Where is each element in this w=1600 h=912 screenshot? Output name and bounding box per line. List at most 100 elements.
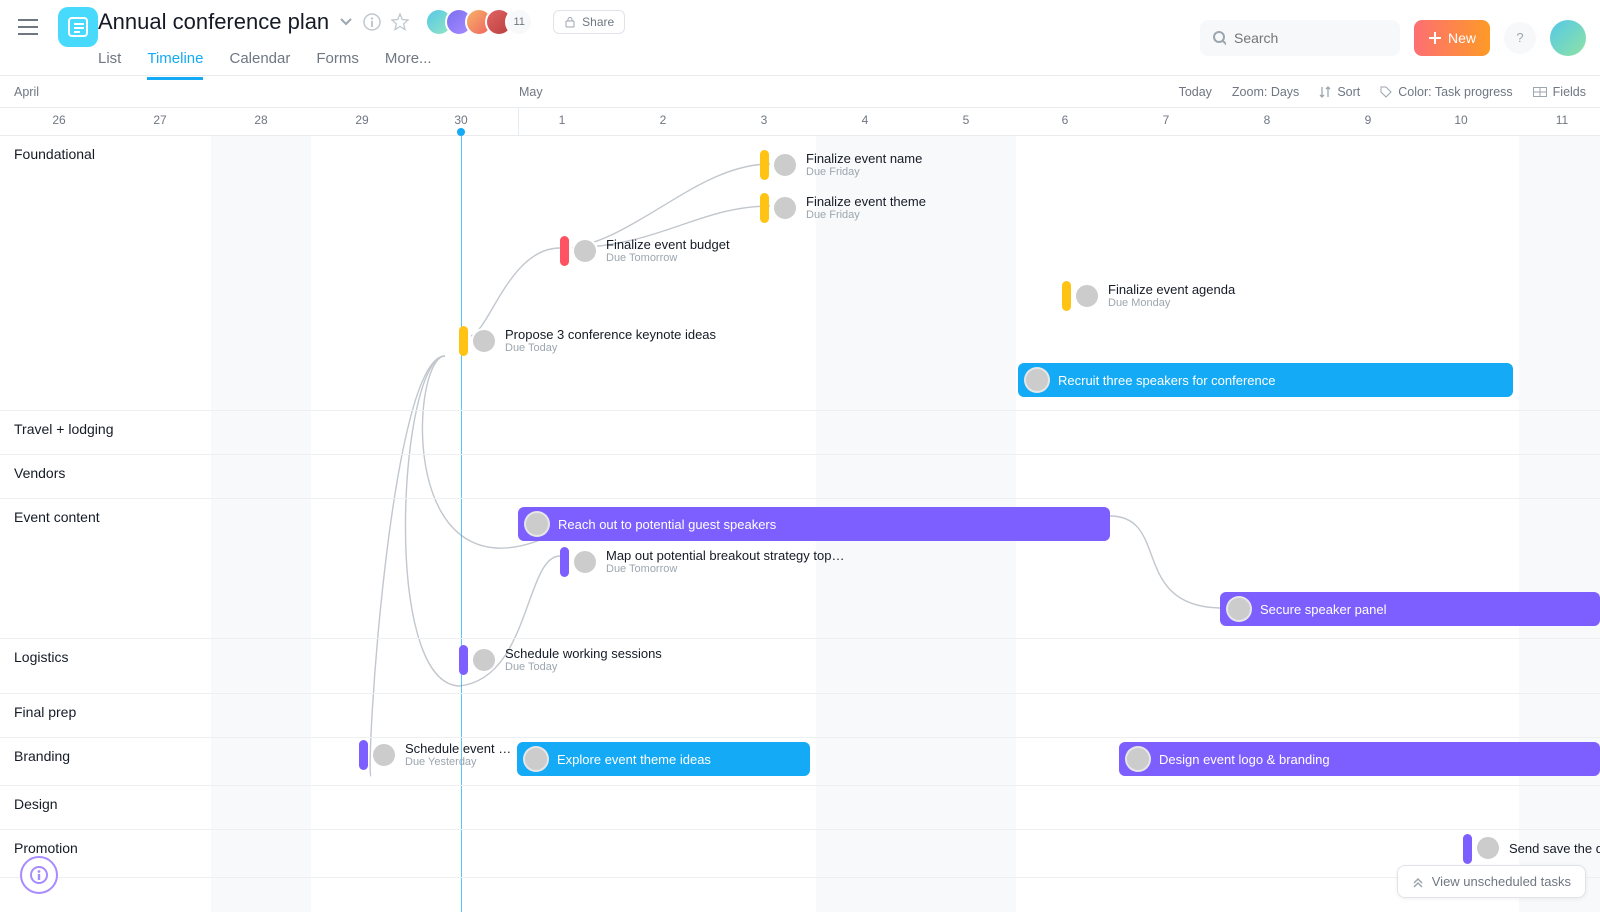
section-label[interactable]: Logistics (14, 649, 68, 665)
section: Travel + lodging (0, 411, 1600, 455)
section: Foundational Finalize event nameDue Frida… (0, 136, 1600, 411)
date-number: 28 (254, 113, 267, 127)
task-label[interactable]: Finalize event nameDue Friday (772, 151, 922, 178)
task-label[interactable]: Send save the d… (1475, 835, 1600, 861)
date-number: 11 (1556, 113, 1568, 127)
task-pill[interactable] (560, 547, 569, 577)
task-pill[interactable] (459, 645, 468, 675)
task-bar[interactable]: Explore event theme ideas (517, 742, 810, 776)
section: Final prep (0, 694, 1600, 738)
zoom-button[interactable]: Zoom: Days (1232, 85, 1299, 99)
info-icon[interactable] (363, 13, 381, 31)
tab-timeline[interactable]: Timeline (147, 44, 203, 80)
date-number: 9 (1365, 113, 1372, 127)
task-bar[interactable]: Reach out to potential guest speakers (518, 507, 1110, 541)
tab-list[interactable]: List (98, 44, 121, 80)
task-label[interactable]: Schedule working sessionsDue Today (471, 646, 662, 673)
tab-more[interactable]: More... (385, 44, 432, 80)
search-input[interactable] (1234, 30, 1388, 46)
section-label[interactable]: Promotion (14, 840, 78, 856)
task-name: Send save the d… (1509, 841, 1600, 856)
view-unscheduled-button[interactable]: View unscheduled tasks (1397, 865, 1586, 898)
topbar: Annual conference plan 11 Share ListTime… (0, 0, 1600, 76)
star-icon[interactable] (391, 13, 409, 31)
task-pill[interactable] (1463, 834, 1472, 864)
avatar-overflow-count[interactable]: 11 (505, 8, 533, 36)
date-number: 3 (761, 113, 768, 127)
fields-button[interactable]: Fields (1533, 85, 1586, 99)
task-bar[interactable]: Recruit three speakers for conference (1018, 363, 1513, 397)
task-label[interactable]: Finalize event budgetDue Tomorrow (572, 237, 730, 264)
plus-icon (1428, 31, 1442, 45)
task-label[interactable]: Finalize event themeDue Friday (772, 194, 926, 221)
share-label: Share (582, 15, 614, 29)
task-label[interactable]: Finalize event agendaDue Monday (1074, 282, 1235, 309)
section-label[interactable]: Branding (14, 748, 70, 764)
today-button[interactable]: Today (1179, 85, 1212, 99)
project-icon[interactable] (58, 7, 98, 47)
assignee-avatar (1125, 746, 1151, 772)
hamburger-icon[interactable] (12, 11, 44, 43)
section: Design (0, 786, 1600, 830)
task-name: Finalize event budget (606, 237, 730, 252)
assignee-avatar (471, 328, 497, 354)
fields-icon (1533, 87, 1547, 97)
section: Promotion Send save the d… (0, 830, 1600, 878)
chevron-down-icon[interactable] (339, 17, 353, 27)
member-avatars[interactable]: 11 (425, 8, 533, 36)
help-button[interactable]: ? (1504, 22, 1536, 54)
project-title[interactable]: Annual conference plan (98, 9, 329, 35)
assignee-avatar (572, 238, 598, 264)
task-due: Due Today (505, 661, 662, 673)
sort-button[interactable]: Sort (1319, 85, 1360, 99)
color-button[interactable]: Color: Task progress (1380, 85, 1512, 99)
search-field[interactable] (1200, 20, 1400, 56)
tab-forms[interactable]: Forms (316, 44, 359, 80)
info-fab[interactable] (20, 856, 58, 894)
assignee-avatar (772, 195, 798, 221)
assignee-avatar (524, 511, 550, 537)
date-number: 29 (355, 113, 368, 127)
task-label[interactable]: Propose 3 conference keynote ideasDue To… (471, 327, 716, 354)
date-number: 2 (660, 113, 667, 127)
share-button[interactable]: Share (553, 10, 625, 34)
date-number: 7 (1163, 113, 1170, 127)
lock-icon (564, 16, 576, 28)
section-label[interactable]: Final prep (14, 704, 76, 720)
task-name: Schedule event … (405, 741, 511, 756)
task-label[interactable]: Map out potential breakout strategy top…… (572, 548, 844, 575)
section: Event content Reach out to potential gues… (0, 499, 1600, 639)
task-pill[interactable] (359, 740, 368, 770)
task-pill[interactable] (760, 193, 769, 223)
section-label[interactable]: Design (14, 796, 58, 812)
section: Vendors (0, 455, 1600, 499)
chevron-up-double-icon (1412, 876, 1424, 888)
task-name: Design event logo & branding (1159, 752, 1330, 767)
task-name: Propose 3 conference keynote ideas (505, 327, 716, 342)
task-bar[interactable]: Design event logo & branding (1119, 742, 1600, 776)
task-pill[interactable] (1062, 281, 1071, 311)
task-pill[interactable] (760, 150, 769, 180)
section-label[interactable]: Foundational (14, 146, 95, 162)
task-name: Recruit three speakers for conference (1058, 373, 1276, 388)
today-marker-dot (457, 128, 465, 136)
section-label[interactable]: Travel + lodging (14, 421, 113, 437)
sort-icon (1319, 86, 1331, 98)
task-bar[interactable]: Secure speaker panel (1220, 592, 1600, 626)
task-pill[interactable] (560, 236, 569, 266)
section: Logistics Schedule working sessionsDue To… (0, 639, 1600, 694)
section-label[interactable]: Event content (14, 509, 100, 525)
section-label[interactable]: Vendors (14, 465, 65, 481)
date-number: 26 (52, 113, 65, 127)
tab-calendar[interactable]: Calendar (229, 44, 290, 80)
task-name: Finalize event name (806, 151, 922, 166)
task-pill[interactable] (459, 326, 468, 356)
assignee-avatar (1024, 367, 1050, 393)
timeline-body[interactable]: Foundational Finalize event nameDue Frida… (0, 136, 1600, 912)
date-number: 4 (862, 113, 869, 127)
month-label: May (519, 85, 543, 99)
new-button[interactable]: New (1414, 20, 1490, 56)
current-user-avatar[interactable] (1550, 20, 1586, 56)
task-label[interactable]: Schedule event …Due Yesterday (371, 741, 511, 768)
assignee-avatar (772, 152, 798, 178)
